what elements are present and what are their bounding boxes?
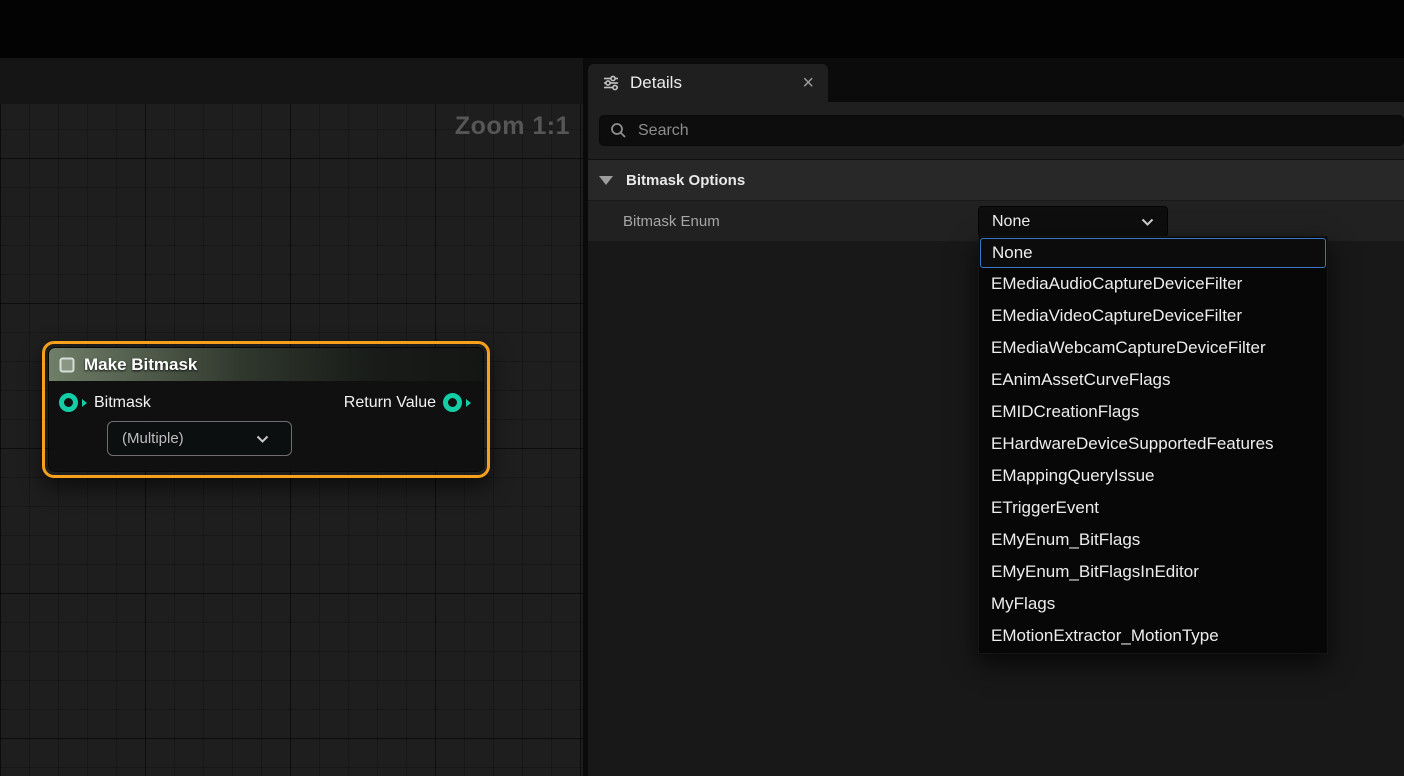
graph-toolbar <box>0 58 583 105</box>
bitmask-input-pin[interactable] <box>59 393 78 412</box>
search-input[interactable] <box>636 121 1393 141</box>
dropdown-item[interactable]: EMediaWebcamCaptureDeviceFilter <box>979 332 1327 364</box>
category-bitmask-options[interactable]: Bitmask Options <box>588 159 1404 200</box>
chevron-down-icon <box>256 435 269 443</box>
bitmask-value-text: (Multiple) <box>122 430 184 447</box>
search-box[interactable] <box>599 115 1404 146</box>
category-collapse-arrow-icon <box>599 176 613 185</box>
dropdown-item[interactable]: EMediaAudioCaptureDeviceFilter <box>979 268 1327 300</box>
dropdown-item[interactable]: None <box>980 238 1326 268</box>
pin-row: Bitmask Return Value <box>59 393 471 412</box>
dropdown-item[interactable]: EMappingQueryIssue <box>979 460 1327 492</box>
dropdown-item[interactable]: EAnimAssetCurveFlags <box>979 364 1327 396</box>
search-row <box>588 102 1404 159</box>
dropdown-item[interactable]: ETriggerEvent <box>979 492 1327 524</box>
output-pin-group: Return Value <box>344 393 471 412</box>
tab-well: Details × <box>588 58 1404 102</box>
blueprint-graph-panel: Zoom 1:1 Make Bitmask <box>0 58 583 776</box>
chevron-down-icon <box>1141 218 1154 226</box>
details-icon <box>602 74 620 92</box>
bitmask-enum-combobox[interactable]: None <box>978 206 1168 237</box>
dropdown-item[interactable]: EMyEnum_BitFlags <box>979 524 1327 556</box>
enum-dropdown-menu: NoneEMediaAudioCaptureDeviceFilterEMedia… <box>978 236 1328 654</box>
input-pin-label: Bitmask <box>94 394 151 412</box>
node-title: Make Bitmask <box>84 355 197 375</box>
zoom-level-label: Zoom 1:1 <box>455 112 570 141</box>
window-top-bar <box>0 0 1404 58</box>
node-frame: Make Bitmask Bitmask Return Value <box>48 347 484 472</box>
property-row-bitmask-enum: Bitmask Enum None <box>588 200 1404 241</box>
combobox-value: None <box>992 213 1030 231</box>
return-value-output-pin[interactable] <box>443 393 462 412</box>
input-pin-group: Bitmask <box>59 393 151 412</box>
make-bitmask-node[interactable]: Make Bitmask Bitmask Return Value <box>42 341 490 478</box>
dropdown-item[interactable]: EMotionExtractor_MotionType <box>979 620 1327 652</box>
bitmask-value-dropdown[interactable]: (Multiple) <box>107 421 292 456</box>
node-header[interactable]: Make Bitmask <box>49 348 483 381</box>
tab-title: Details <box>630 73 682 93</box>
close-icon[interactable]: × <box>802 73 814 93</box>
pin-arrow-icon <box>82 399 87 407</box>
category-title: Bitmask Options <box>626 172 745 189</box>
node-body: Bitmask Return Value (Multiple) <box>49 381 483 471</box>
pin-arrow-icon <box>466 399 471 407</box>
dropdown-item[interactable]: EMyEnum_BitFlagsInEditor <box>979 556 1327 588</box>
property-label: Bitmask Enum <box>623 213 720 230</box>
output-pin-label: Return Value <box>344 394 436 412</box>
graph-canvas[interactable]: Zoom 1:1 Make Bitmask <box>0 104 583 776</box>
search-icon <box>610 122 627 139</box>
dropdown-item[interactable]: EHardwareDeviceSupportedFeatures <box>979 428 1327 460</box>
tab-details[interactable]: Details × <box>588 64 828 102</box>
dropdown-item[interactable]: MyFlags <box>979 588 1327 620</box>
dropdown-item[interactable]: EMIDCreationFlags <box>979 396 1327 428</box>
dropdown-item[interactable]: EMediaVideoCaptureDeviceFilter <box>979 300 1327 332</box>
details-panel: Details × Bitmask Options Bitmask Enum N… <box>588 58 1404 776</box>
struct-icon <box>59 357 75 373</box>
